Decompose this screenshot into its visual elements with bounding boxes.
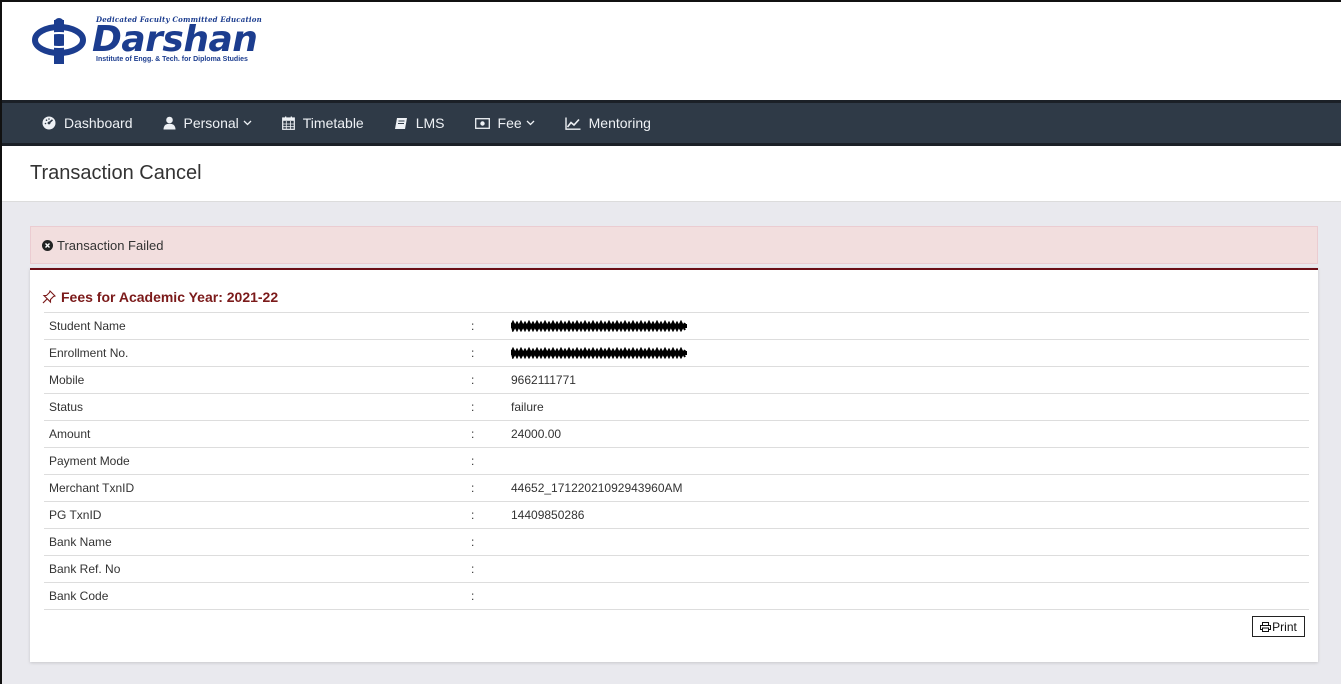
row-separator: : [471,508,475,522]
money-icon [474,117,490,129]
row-label: Bank Code [49,589,109,603]
row-separator: : [471,562,475,576]
row-separator: : [471,400,475,414]
brand-logo[interactable]: Dedicated Faculty Committed Education Da… [32,15,262,66]
table-row: Bank Ref. No: [44,555,1309,583]
nav-label-personal: Personal [183,115,239,131]
table-row: PG TxnID: 14409850286 [44,501,1309,529]
app-frame: Dedicated Faculty Committed Education Da… [0,0,1341,684]
transaction-details-table: Student Name: Enrollment No.: Mobile:96621… [44,312,1309,610]
row-value [506,448,1309,475]
print-label: Print [1272,619,1297,634]
table-row: Amount: 24000.00 [44,420,1309,448]
nav-item-personal[interactable]: Personal [163,115,252,131]
calendar-icon [281,116,295,130]
table-row: Enrollment No.: [44,339,1309,367]
row-separator: : [471,535,475,549]
alert-text: Transaction Failed [57,237,164,253]
row-label: Status [49,400,84,414]
row-separator: : [471,346,475,360]
nav-item-mentoring[interactable]: Mentoring [564,115,651,131]
table-row: Bank Code: [44,582,1309,610]
row-separator: : [471,427,475,441]
fee-details-card: Fees for Academic Year: 2021-22 Student … [30,268,1318,662]
row-separator: : [471,589,475,603]
redaction-scribble-icon [509,319,687,333]
redaction-scribble-icon [509,346,687,360]
logo-name: Darshan [92,19,258,60]
nav-label-dashboard: Dashboard [64,115,133,131]
row-label: Mobile [49,373,85,387]
nav-label-lms: LMS [415,115,445,131]
row-value: 9662111771 [511,373,576,387]
table-row: Merchant TxnID: 44652_17122021092943960AM [44,474,1309,502]
row-value: 44652_17122021092943960AM [511,481,683,495]
user-icon [163,116,175,130]
nav-item-dashboard[interactable]: Dashboard [42,115,133,131]
line-chart-icon [564,117,581,130]
row-value: 24000.00 [511,427,562,441]
nav-item-lms[interactable]: LMS [394,115,445,131]
tachometer-icon [42,116,56,130]
row-label: Student Name [49,319,126,333]
card-title: Fees for Academic Year: 2021-22 [42,289,278,305]
row-separator: : [471,319,475,333]
row-value: failure [511,400,544,414]
book-icon [394,117,407,129]
card-title-text: Fees for Academic Year: 2021-22 [61,289,279,305]
row-value [506,556,1309,583]
nav-item-timetable[interactable]: Timetable [281,115,364,131]
row-label: Merchant TxnID [49,481,135,495]
row-label: Bank Ref. No [49,562,121,576]
table-row: Status: failure [44,393,1309,421]
logo-emblem-icon [32,16,90,66]
print-button[interactable]: Print [1252,616,1305,637]
table-row: Bank Name: [44,528,1309,556]
nav-label-timetable: Timetable [302,115,364,131]
page-title-bar: Transaction Cancel [2,146,1341,202]
nav-item-fee[interactable]: Fee [474,115,535,131]
chevron-down-icon [526,120,535,126]
table-row: Mobile: 9662111771 [44,366,1309,394]
page-title: Transaction Cancel [30,162,202,184]
times-circle-icon [42,239,53,251]
row-separator: : [471,481,475,495]
print-icon [1260,621,1272,632]
row-label: Amount [49,427,91,441]
nav-label-mentoring: Mentoring [588,115,651,131]
transaction-failed-alert: Transaction Failed [30,226,1318,264]
row-label: Payment Mode [49,454,130,468]
row-label: Bank Name [49,535,112,549]
table-row: Payment Mode: [44,447,1309,475]
row-value [506,583,1309,610]
nav-label-fee: Fee [497,115,522,131]
table-row: Student Name: [44,312,1309,340]
row-value: 14409850286 [511,508,585,522]
chevron-down-icon [243,120,252,126]
row-value [506,529,1309,556]
row-label: PG TxnID [49,508,102,522]
row-value [506,340,1309,367]
row-separator: : [471,373,475,387]
row-value [506,313,1309,340]
logo-header: Dedicated Faculty Committed Education Da… [2,2,1341,100]
row-label: Enrollment No. [49,346,129,360]
thumbtack-icon [42,290,56,304]
main-nav: Dashboard Personal Timetable LMS Fee Men… [2,100,1341,146]
logo-subtitle: Institute of Engg. & Tech. for Diploma S… [96,56,248,63]
row-separator: : [471,454,475,468]
